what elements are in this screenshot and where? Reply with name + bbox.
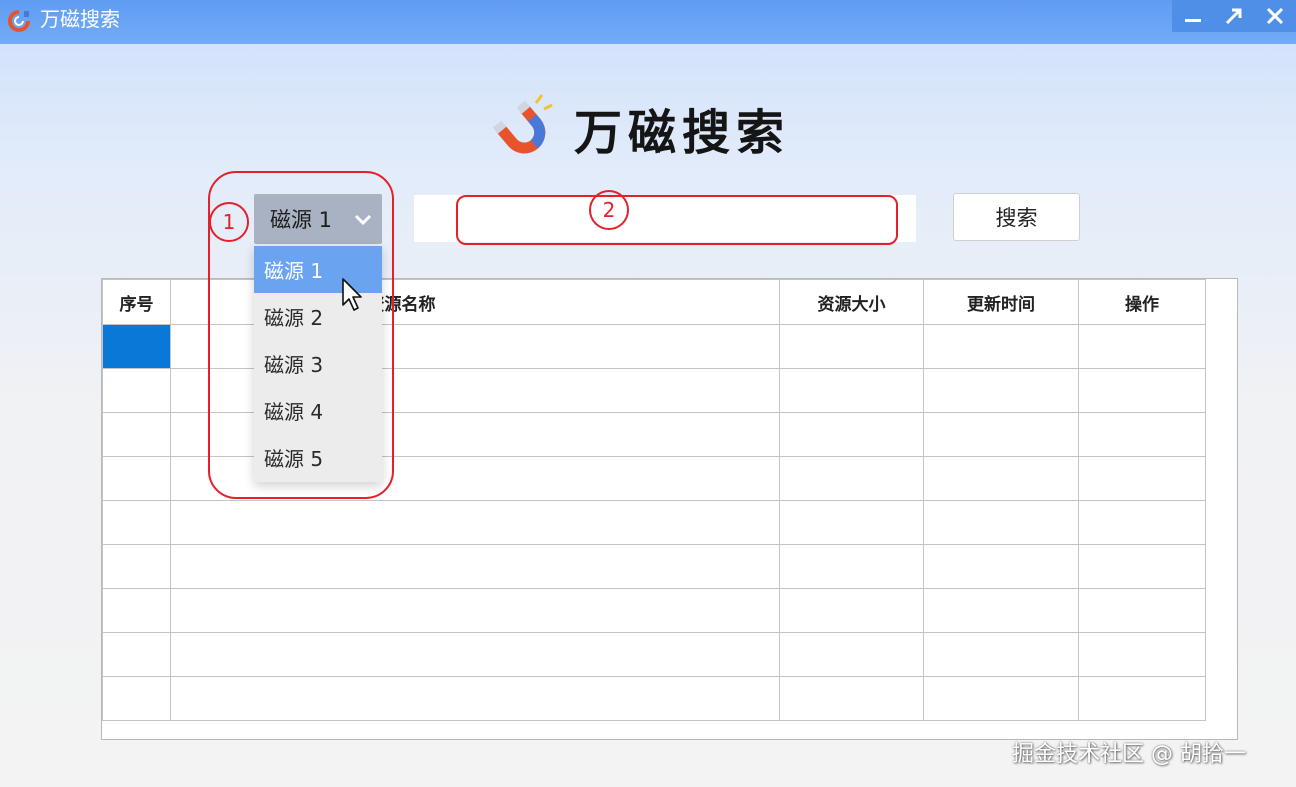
cell-action[interactable] — [1078, 676, 1206, 721]
cell-updated[interactable] — [923, 456, 1079, 501]
cell-size[interactable] — [779, 456, 924, 501]
annotation-marker-1: 1 — [209, 202, 249, 242]
table-row[interactable] — [102, 676, 1206, 721]
watermark: 掘金技术社区 @ 胡拾一 — [1012, 742, 1246, 767]
cell-index[interactable] — [102, 324, 171, 369]
source-select[interactable]: 磁源 1 — [254, 194, 382, 244]
minimize-icon — [1184, 19, 1201, 22]
column-header-blank[interactable] — [170, 279, 237, 325]
chevron-down-icon — [354, 214, 372, 226]
cell-index[interactable] — [102, 456, 171, 501]
cell-size[interactable] — [779, 544, 924, 589]
cell-index[interactable] — [102, 588, 171, 633]
search-input[interactable] — [414, 195, 916, 242]
mouse-cursor-icon — [342, 278, 362, 311]
cell-name[interactable] — [170, 500, 780, 545]
cell-name[interactable] — [170, 544, 780, 589]
column-header-size[interactable]: 资源大小 — [779, 279, 924, 325]
cell-updated[interactable] — [923, 368, 1079, 413]
cell-updated[interactable] — [923, 412, 1079, 457]
dropdown-option[interactable]: 磁源 4 — [254, 387, 382, 434]
cell-updated[interactable] — [923, 588, 1079, 633]
cell-name[interactable] — [170, 588, 780, 633]
cell-updated[interactable] — [923, 544, 1079, 589]
cell-action[interactable] — [1078, 500, 1206, 545]
cell-updated[interactable] — [923, 324, 1079, 369]
cell-updated[interactable] — [923, 676, 1079, 721]
cell-action[interactable] — [1078, 588, 1206, 633]
window-controls — [1172, 0, 1296, 32]
cell-action[interactable] — [1078, 368, 1206, 413]
column-header-action[interactable]: 操作 — [1078, 279, 1206, 325]
maximize-icon — [1225, 8, 1242, 25]
cell-updated[interactable] — [923, 500, 1079, 545]
cell-size[interactable] — [779, 500, 924, 545]
minimize-button[interactable] — [1179, 2, 1207, 30]
magnet-icon — [492, 94, 553, 154]
close-icon — [1267, 7, 1284, 25]
cell-action[interactable] — [1078, 632, 1206, 677]
column-header-index[interactable]: 序号 — [102, 279, 171, 325]
cell-action[interactable] — [1078, 324, 1206, 369]
cell-index[interactable] — [102, 676, 171, 721]
cell-size[interactable] — [779, 676, 924, 721]
close-button[interactable] — [1261, 2, 1289, 30]
cell-action[interactable] — [1078, 456, 1206, 501]
logo-text: 万磁搜索 — [574, 105, 791, 161]
cell-size[interactable] — [779, 368, 924, 413]
cell-index[interactable] — [102, 632, 171, 677]
cell-action[interactable] — [1078, 412, 1206, 457]
cell-index[interactable] — [102, 368, 171, 413]
source-select-value: 磁源 1 — [270, 208, 333, 232]
cell-size[interactable] — [779, 588, 924, 633]
column-header-updated[interactable]: 更新时间 — [923, 279, 1079, 325]
cell-index[interactable] — [102, 544, 171, 589]
cell-action[interactable] — [1078, 544, 1206, 589]
table-row[interactable] — [102, 544, 1206, 589]
cell-size[interactable] — [779, 324, 924, 369]
cell-name[interactable] — [170, 676, 780, 721]
cell-size[interactable] — [779, 412, 924, 457]
app-logo: 万磁搜索 — [490, 88, 790, 168]
cell-updated[interactable] — [923, 632, 1079, 677]
table-row[interactable] — [102, 588, 1206, 633]
cell-index[interactable] — [102, 500, 171, 545]
title-bar: 万磁搜索 — [0, 0, 1296, 44]
cell-index[interactable] — [102, 412, 171, 457]
table-row[interactable] — [102, 632, 1206, 677]
dropdown-option[interactable]: 磁源 5 — [254, 434, 382, 481]
maximize-button[interactable] — [1220, 2, 1248, 30]
dropdown-option[interactable]: 磁源 3 — [254, 340, 382, 387]
search-button[interactable]: 搜索 — [953, 193, 1080, 241]
app-icon — [8, 10, 30, 32]
window-title: 万磁搜索 — [40, 7, 120, 31]
cell-name[interactable] — [170, 632, 780, 677]
table-row[interactable] — [102, 500, 1206, 545]
annotation-marker-2: 2 — [589, 190, 629, 230]
cell-size[interactable] — [779, 632, 924, 677]
